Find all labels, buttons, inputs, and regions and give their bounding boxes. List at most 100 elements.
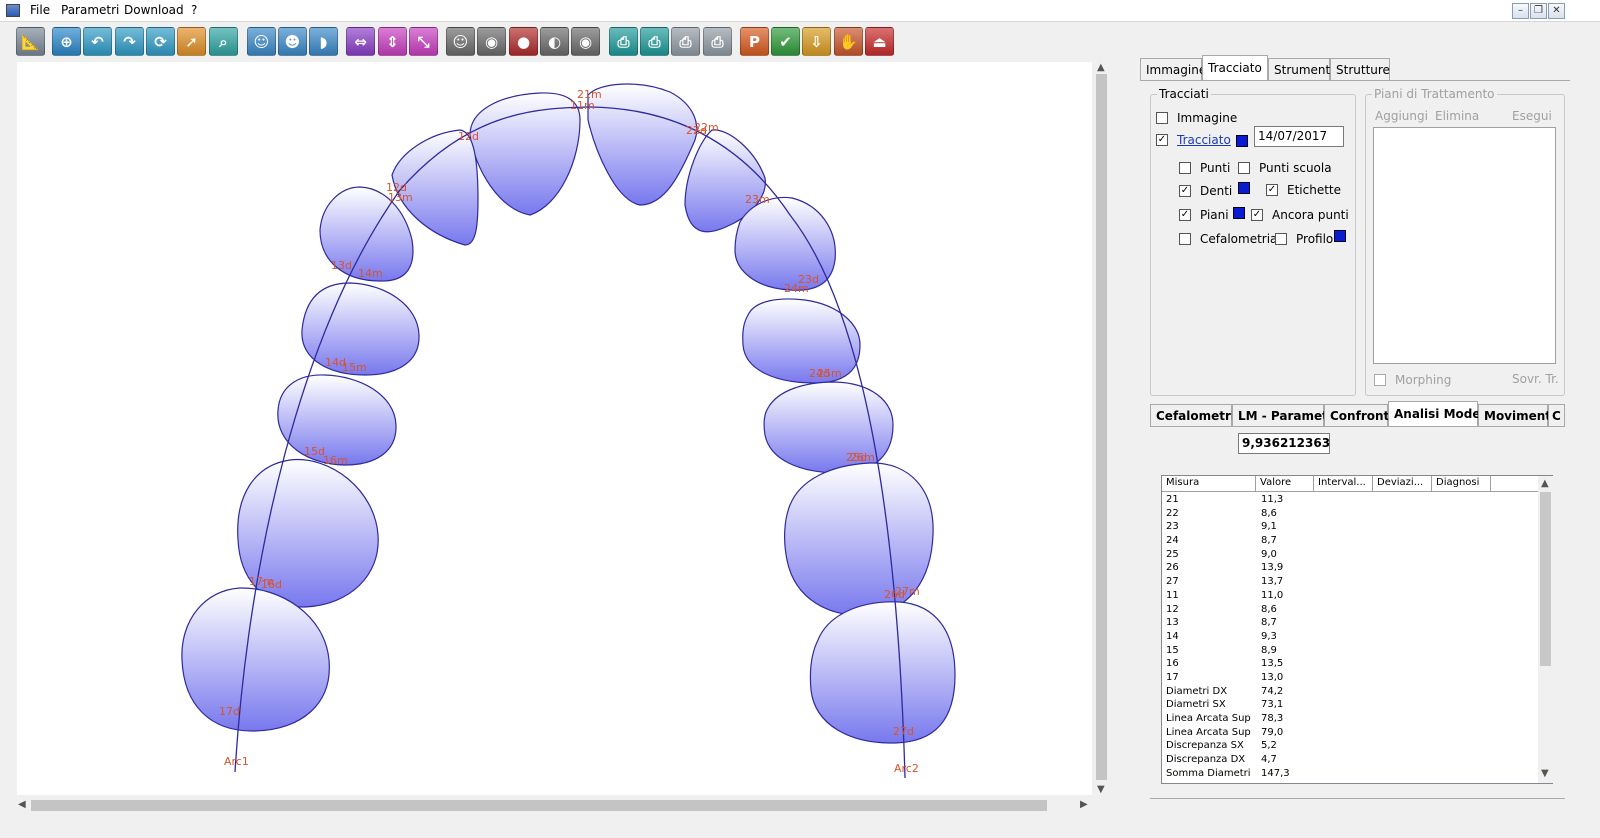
menu-file[interactable]: File	[30, 3, 50, 17]
checkbox-box[interactable]	[1374, 374, 1386, 386]
tracciato-color-swatch[interactable]	[1236, 135, 1248, 147]
analysis-value-field[interactable]: 9,93621236308:	[1238, 433, 1330, 454]
checkbox-box[interactable]	[1275, 233, 1287, 245]
esegui-button[interactable]: Esegui	[1512, 109, 1552, 123]
col-diagnosi[interactable]: Diagnosi	[1432, 476, 1491, 492]
checkbox-denti[interactable]: ✓ Denti	[1179, 184, 1232, 198]
table-scroll-down[interactable]: ▼	[1541, 768, 1549, 779]
ruler-button[interactable]: 📐	[16, 27, 45, 56]
menu-parametri[interactable]: Parametri	[61, 3, 119, 17]
table-row[interactable]: 27 13,7	[1162, 575, 1538, 589]
table-row[interactable]: 26 13,9	[1162, 561, 1538, 575]
redo-button[interactable]: ↷	[115, 27, 144, 56]
download-button[interactable]: ⇩	[802, 27, 831, 56]
tab-analisi-modelli[interactable]: Analisi Modelli	[1388, 401, 1493, 426]
print-preview-button[interactable]: ⎙	[640, 27, 669, 56]
table-row[interactable]: 15 8,9	[1162, 644, 1538, 658]
menu-help[interactable]: ?	[191, 3, 197, 17]
tracciato-date-field[interactable]: 14/07/2017	[1254, 126, 1344, 147]
drawing-canvas[interactable]: 21m 11m 12d 22m 22d 12d 13m 23m 13d 14m …	[17, 62, 1092, 795]
scroll-right-arrow[interactable]: ▶	[1080, 799, 1088, 810]
print-batch-button[interactable]: ⎙	[703, 27, 732, 56]
tooth-21[interactable]	[587, 83, 698, 206]
table-scroll-thumb[interactable]	[1540, 492, 1551, 666]
tab-strutture[interactable]: Strutture	[1330, 58, 1390, 80]
table-scrollbar[interactable]: ▲ ▼	[1538, 476, 1553, 783]
checkbox-box[interactable]	[1179, 162, 1191, 174]
eye-button[interactable]: ◉	[571, 27, 600, 56]
resize-button[interactable]: ⤡	[409, 27, 438, 56]
checkbox-cefalometria[interactable]: Cefalometria	[1179, 232, 1277, 246]
piani-trattamento-list[interactable]	[1373, 127, 1556, 364]
tab-tracciato[interactable]: Tracciato	[1202, 55, 1268, 80]
tab-confronti[interactable]: Confronti	[1324, 404, 1393, 426]
checkbox-morphing[interactable]: Morphing	[1374, 373, 1451, 387]
tooth-23[interactable]	[734, 196, 836, 291]
vertical-scroll-thumb[interactable]	[1096, 74, 1107, 780]
denti-color-swatch[interactable]	[1238, 182, 1250, 194]
minimize-button[interactable]: –	[1512, 3, 1529, 19]
checkbox-profilo[interactable]: Profilo	[1275, 232, 1333, 246]
table-row[interactable]: 11 11,0	[1162, 589, 1538, 603]
elimina-button[interactable]: Elimina	[1435, 109, 1479, 123]
canvas-horizontal-scrollbar[interactable]: ◀ ▶	[17, 797, 1093, 814]
col-misura[interactable]: Misura	[1162, 476, 1256, 492]
undo-button[interactable]: ↶	[83, 27, 112, 56]
scroll-left-arrow[interactable]: ◀	[18, 799, 26, 810]
tooth-red-button[interactable]: ●	[509, 27, 538, 56]
tooth-17[interactable]	[181, 587, 330, 732]
exit-button[interactable]: ⏏	[865, 27, 894, 56]
tooth-27[interactable]	[809, 601, 956, 744]
ppt-button[interactable]: P	[740, 27, 769, 56]
table-row[interactable]: 14 9,3	[1162, 630, 1538, 644]
move-horizontal-button[interactable]: ⇔	[346, 27, 375, 56]
horizontal-scroll-thumb[interactable]	[31, 800, 1047, 811]
rotate-zoom-button[interactable]: ⟳	[146, 27, 175, 56]
aggiungi-button[interactable]: Aggiungi	[1375, 109, 1428, 123]
profilo-color-swatch[interactable]	[1334, 230, 1346, 242]
tooth-11[interactable]	[469, 92, 581, 216]
tooth-24[interactable]	[742, 298, 861, 384]
profile-button[interactable]: ◗	[309, 27, 338, 56]
scroll-up-arrow[interactable]: ▲	[1097, 62, 1105, 73]
table-row[interactable]: 25 9,0	[1162, 548, 1538, 562]
tracciato-link[interactable]: Tracciato	[1177, 133, 1231, 147]
print-button[interactable]: ⎙	[609, 27, 638, 56]
table-row[interactable]: 17 13,0	[1162, 671, 1538, 685]
checkbox-box[interactable]: ✓	[1179, 209, 1191, 221]
table-row[interactable]: 22 8,6	[1162, 507, 1538, 521]
table-row[interactable]: Somma Diametri 147,3	[1162, 767, 1538, 781]
checkbox-etichette[interactable]: ✓ Etichette	[1266, 183, 1341, 197]
checkbox-immagine[interactable]: Immagine	[1156, 111, 1237, 125]
col-valore[interactable]: Valore	[1256, 476, 1314, 492]
checkbox-box[interactable]: ✓	[1251, 209, 1263, 221]
tab-strumenti[interactable]: Strumenti	[1268, 58, 1334, 80]
move-vertical-button[interactable]: ⇕	[378, 27, 407, 56]
checkbox-ancora-punti[interactable]: ✓ Ancora punti	[1251, 208, 1349, 222]
zoom-in-button[interactable]: ⊕	[52, 27, 81, 56]
checkbox-box[interactable]	[1179, 233, 1191, 245]
tab-immagine[interactable]: Immagine	[1140, 58, 1206, 80]
print-multi-button[interactable]: ⎙	[671, 27, 700, 56]
table-row[interactable]: 24 8,7	[1162, 534, 1538, 548]
tab-cefalometria[interactable]: Cefalometria	[1150, 404, 1243, 426]
table-row[interactable]: Linea Arcata Sup ... 79,0	[1162, 726, 1538, 740]
tab-lm-parametri[interactable]: LM - Parametri	[1232, 404, 1338, 426]
checkbox-tracciato[interactable]: ✓ Tracciato	[1156, 133, 1231, 147]
checkbox-punti[interactable]: Punti	[1179, 161, 1230, 175]
table-scroll-up[interactable]: ▲	[1541, 478, 1549, 489]
table-row[interactable]: 16 13,5	[1162, 657, 1538, 671]
table-row[interactable]: 21 11,3	[1162, 493, 1538, 507]
checkbox-box[interactable]: ✓	[1156, 134, 1168, 146]
piani-color-swatch[interactable]	[1233, 207, 1245, 219]
col-deviazione[interactable]: Deviazi...	[1373, 476, 1432, 492]
table-row[interactable]: Diametri SX 73,1	[1162, 698, 1538, 712]
checkbox-piani[interactable]: ✓ Piani	[1179, 208, 1229, 222]
sovr-tr-button[interactable]: Sovr. Tr.	[1512, 372, 1559, 386]
canvas-vertical-scrollbar[interactable]: ▲ ▼	[1093, 62, 1110, 797]
patient-compare-button[interactable]: ☻	[278, 27, 307, 56]
checkbox-punti-scuola[interactable]: Punti scuola	[1238, 161, 1332, 175]
table-row[interactable]: Discrepanza DX 4,7	[1162, 753, 1538, 767]
close-button[interactable]: ✕	[1548, 3, 1565, 19]
face-button[interactable]: ☺	[446, 27, 475, 56]
